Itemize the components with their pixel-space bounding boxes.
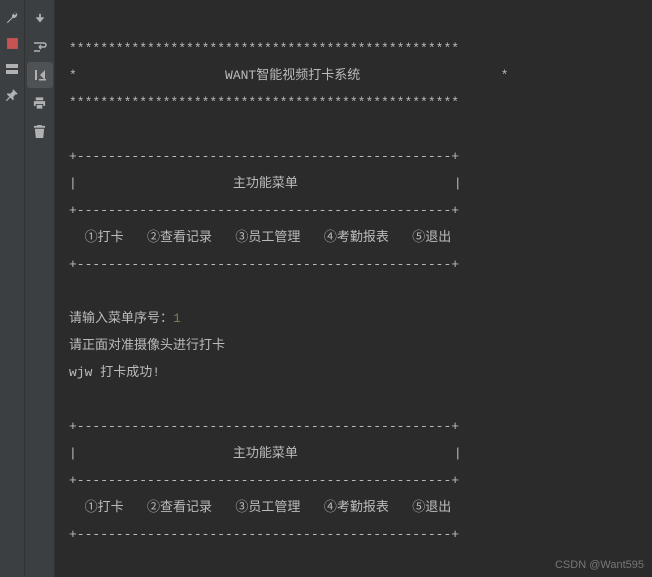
scroll-to-end-button[interactable]: [27, 62, 53, 88]
watermark: CSDN @Want595: [555, 559, 644, 571]
camera-hint: 请正面对准摄像头进行打卡: [69, 338, 225, 353]
user-input-1[interactable]: 1: [173, 311, 181, 326]
stop-icon[interactable]: [4, 35, 20, 51]
left-sidebar: [0, 0, 25, 577]
menu-border-1a: +---------------------------------------…: [69, 149, 459, 164]
soft-wrap-button[interactable]: [27, 34, 53, 60]
console-output: ****************************************…: [55, 0, 652, 577]
menu-options-1: ①打卡 ②查看记录 ③员工管理 ④考勤报表 ⑤退出: [69, 230, 451, 245]
print-button[interactable]: [27, 90, 53, 116]
trash-button[interactable]: [27, 118, 53, 144]
banner-stars-top: ****************************************…: [69, 41, 459, 56]
success-message: wjw 打卡成功!: [69, 365, 160, 380]
down-arrow-button[interactable]: [27, 6, 53, 32]
menu-border-1c: +---------------------------------------…: [69, 257, 459, 272]
menu-border-1b: +---------------------------------------…: [69, 203, 459, 218]
layout-icon[interactable]: [4, 61, 20, 77]
menu-border-2b: +---------------------------------------…: [69, 473, 459, 488]
banner-stars-bottom: ****************************************…: [69, 95, 459, 110]
wrench-icon[interactable]: [4, 9, 20, 25]
menu-title-line-2: | 主功能菜单 |: [69, 446, 462, 461]
menu-border-2c: +---------------------------------------…: [69, 527, 459, 542]
menu-options-2: ①打卡 ②查看记录 ③员工管理 ④考勤报表 ⑤退出: [69, 500, 451, 515]
prompt-1: 请输入菜单序号：: [69, 311, 173, 326]
menu-border-2a: +---------------------------------------…: [69, 419, 459, 434]
console-toolbar: [25, 0, 55, 577]
pin-icon[interactable]: [4, 87, 20, 103]
menu-title-line-1: | 主功能菜单 |: [69, 176, 462, 191]
banner-title: * WANT智能视频打卡系统 *: [69, 68, 508, 83]
